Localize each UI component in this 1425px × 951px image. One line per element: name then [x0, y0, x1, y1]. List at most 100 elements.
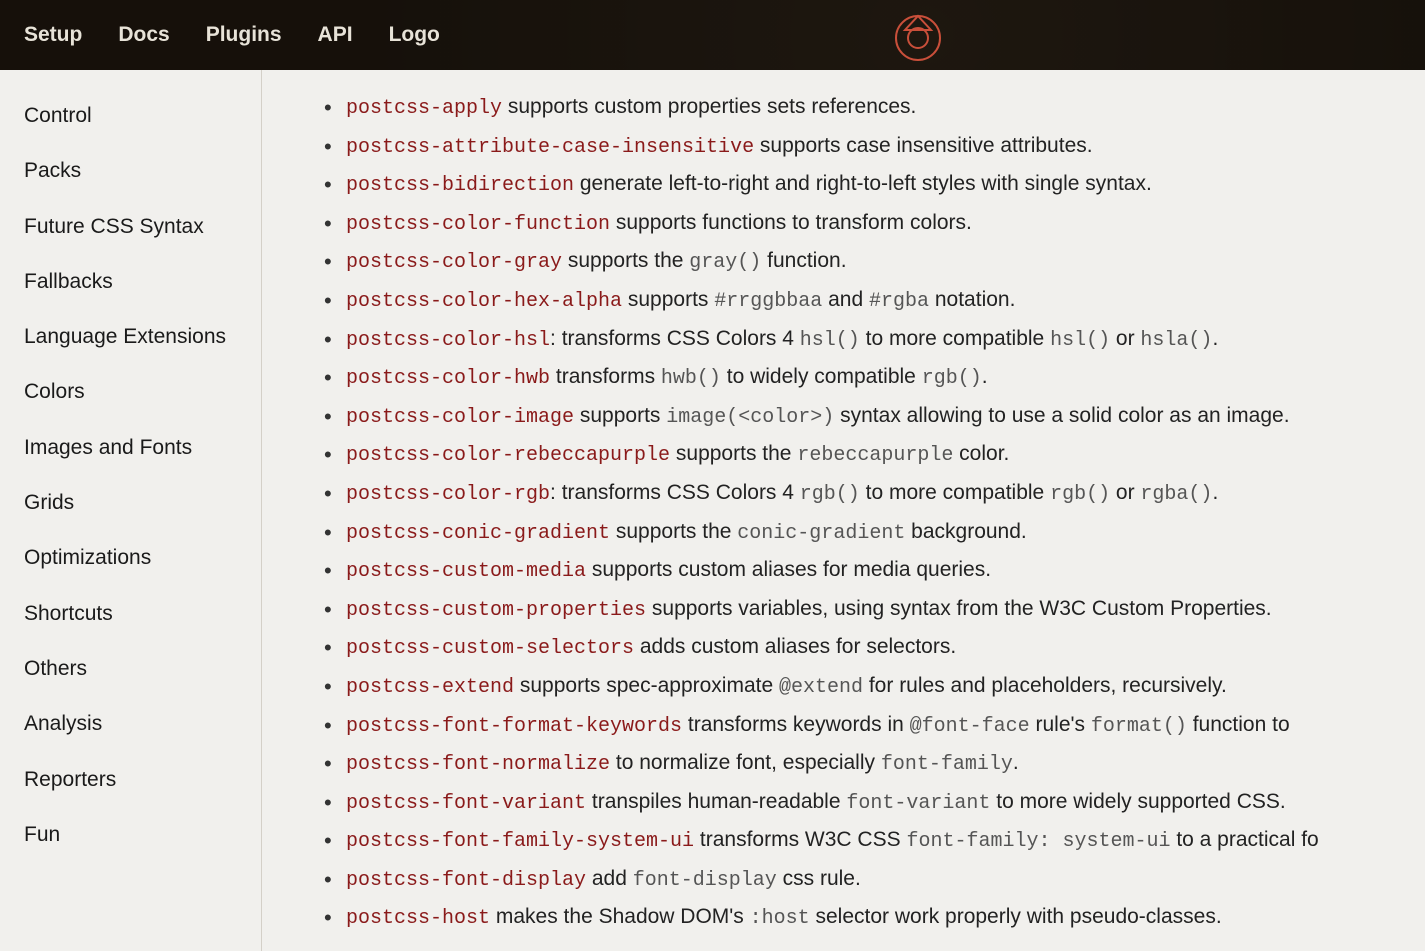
plugin-item: postcss-color-function supports function…: [322, 204, 1425, 243]
plugin-desc-text: .: [982, 365, 988, 388]
inline-code: hsl(): [800, 329, 860, 352]
inline-code: font-variant: [846, 792, 990, 815]
plugin-desc-text: add: [586, 867, 633, 890]
plugin-item: postcss-color-hwb transforms hwb() to wi…: [322, 358, 1425, 397]
sidebar-item-reporters[interactable]: Reporters: [0, 752, 261, 807]
plugin-desc-text: for rules and placeholders, recursively.: [863, 674, 1227, 697]
plugin-desc-text: syntax allowing to use a solid color as …: [834, 404, 1289, 427]
inline-code: hsla(): [1140, 329, 1212, 352]
inline-code: format(): [1091, 715, 1187, 738]
plugin-desc-text: generate left-to-right and right-to-left…: [574, 172, 1152, 195]
plugin-desc-text: or: [1110, 481, 1140, 504]
plugin-item: postcss-conic-gradient supports the coni…: [322, 513, 1425, 552]
inline-code: :host: [750, 907, 810, 930]
inline-code: rgb(): [1050, 483, 1110, 506]
plugin-link[interactable]: postcss-color-rgb: [346, 483, 550, 506]
plugin-link[interactable]: postcss-host: [346, 907, 490, 930]
inline-code: @extend: [779, 676, 863, 699]
sidebar-item-optimizations[interactable]: Optimizations: [0, 530, 261, 585]
inline-code: font-family: system-ui: [906, 830, 1170, 853]
plugin-link[interactable]: postcss-font-variant: [346, 792, 586, 815]
plugin-desc-text: transforms: [550, 365, 661, 388]
sidebar-item-control[interactable]: Control: [0, 88, 261, 143]
plugin-desc-text: supports: [622, 288, 714, 311]
plugin-desc-text: to a practical fo: [1170, 828, 1318, 851]
inline-code: @font-face: [910, 715, 1030, 738]
plugin-link[interactable]: postcss-color-gray: [346, 251, 562, 274]
main-content: postcss-apply supports custom properties…: [262, 70, 1425, 951]
plugin-item: postcss-attribute-case-insensitive suppo…: [322, 127, 1425, 166]
sidebar-item-fun[interactable]: Fun: [0, 807, 261, 862]
plugin-desc-text: or: [1110, 327, 1140, 350]
plugin-link[interactable]: postcss-color-hsl: [346, 329, 550, 352]
plugin-desc-text: notation.: [929, 288, 1015, 311]
plugin-desc-text: adds custom aliases for selectors.: [634, 635, 956, 658]
plugin-list: postcss-apply supports custom properties…: [322, 88, 1425, 937]
plugin-item: postcss-custom-selectors adds custom ali…: [322, 628, 1425, 667]
sidebar-item-fallbacks[interactable]: Fallbacks: [0, 254, 261, 309]
inline-code: conic-gradient: [737, 522, 905, 545]
plugin-link[interactable]: postcss-extend: [346, 676, 514, 699]
plugin-link[interactable]: postcss-font-normalize: [346, 753, 610, 776]
plugin-desc-text: and: [822, 288, 869, 311]
plugin-desc-text: to normalize font, especially: [610, 751, 881, 774]
inline-code: #rrggbbaa: [714, 290, 822, 313]
plugin-desc-text: function to: [1187, 713, 1290, 736]
plugin-desc-text: .: [1212, 481, 1218, 504]
plugin-link[interactable]: postcss-custom-selectors: [346, 637, 634, 660]
plugin-item: postcss-host makes the Shadow DOM's :hos…: [322, 898, 1425, 937]
plugin-link[interactable]: postcss-color-rebeccapurple: [346, 444, 670, 467]
inline-code: hwb(): [661, 367, 721, 390]
nav-logo[interactable]: Logo: [389, 23, 440, 47]
plugin-desc-text: supports custom aliases for media querie…: [586, 558, 991, 581]
sidebar-item-packs[interactable]: Packs: [0, 143, 261, 198]
plugin-desc-text: supports custom properties sets referenc…: [502, 95, 916, 118]
plugin-desc-text: supports case insensitive attributes.: [754, 134, 1093, 157]
inline-code: rgb(): [800, 483, 860, 506]
plugin-link[interactable]: postcss-custom-properties: [346, 599, 646, 622]
inline-code: #rgba: [869, 290, 929, 313]
plugin-item: postcss-color-rebeccapurple supports the…: [322, 435, 1425, 474]
sidebar-item-future-css-syntax[interactable]: Future CSS Syntax: [0, 199, 261, 254]
plugin-desc-text: to more compatible: [860, 481, 1050, 504]
postcss-logo-icon: [891, 8, 945, 62]
plugin-link[interactable]: postcss-font-family-system-ui: [346, 830, 694, 853]
plugin-desc-text: rule's: [1030, 713, 1091, 736]
plugin-item: postcss-color-hex-alpha supports #rrggbb…: [322, 281, 1425, 320]
plugin-desc-text: : transforms CSS Colors 4: [550, 327, 800, 350]
plugin-link[interactable]: postcss-color-hwb: [346, 367, 550, 390]
nav-plugins[interactable]: Plugins: [206, 23, 282, 47]
sidebar-item-language-extensions[interactable]: Language Extensions: [0, 309, 261, 364]
inline-code: gray(): [689, 251, 761, 274]
plugin-link[interactable]: postcss-bidirection: [346, 174, 574, 197]
plugin-item: postcss-bidirection generate left-to-rig…: [322, 165, 1425, 204]
plugin-link[interactable]: postcss-color-hex-alpha: [346, 290, 622, 313]
plugin-desc-text: .: [1013, 751, 1019, 774]
plugin-link[interactable]: postcss-font-format-keywords: [346, 715, 682, 738]
sidebar-item-colors[interactable]: Colors: [0, 364, 261, 419]
sidebar-item-grids[interactable]: Grids: [0, 475, 261, 530]
plugin-link[interactable]: postcss-custom-media: [346, 560, 586, 583]
plugin-link[interactable]: postcss-color-image: [346, 406, 574, 429]
sidebar-item-analysis[interactable]: Analysis: [0, 696, 261, 751]
plugin-item: postcss-color-image supports image(<colo…: [322, 397, 1425, 436]
plugin-item: postcss-color-hsl: transforms CSS Colors…: [322, 320, 1425, 359]
plugin-item: postcss-font-display add font-display cs…: [322, 860, 1425, 899]
plugin-item: postcss-extend supports spec-approximate…: [322, 667, 1425, 706]
nav-api[interactable]: API: [318, 23, 353, 47]
sidebar-item-others[interactable]: Others: [0, 641, 261, 696]
plugin-link[interactable]: postcss-attribute-case-insensitive: [346, 136, 754, 159]
plugin-link[interactable]: postcss-apply: [346, 97, 502, 120]
plugin-desc-text: transpiles human-readable: [586, 790, 846, 813]
sidebar-item-images-and-fonts[interactable]: Images and Fonts: [0, 420, 261, 475]
plugin-link[interactable]: postcss-conic-gradient: [346, 522, 610, 545]
plugin-desc-text: transforms W3C CSS: [694, 828, 906, 851]
sidebar-item-shortcuts[interactable]: Shortcuts: [0, 586, 261, 641]
plugin-desc-text: supports functions to transform colors.: [610, 211, 972, 234]
nav-setup[interactable]: Setup: [24, 23, 82, 47]
inline-code: image(<color>): [666, 406, 834, 429]
plugin-link[interactable]: postcss-font-display: [346, 869, 586, 892]
plugin-link[interactable]: postcss-color-function: [346, 213, 610, 236]
nav-docs[interactable]: Docs: [118, 23, 169, 47]
plugin-desc-text: supports the: [670, 442, 797, 465]
